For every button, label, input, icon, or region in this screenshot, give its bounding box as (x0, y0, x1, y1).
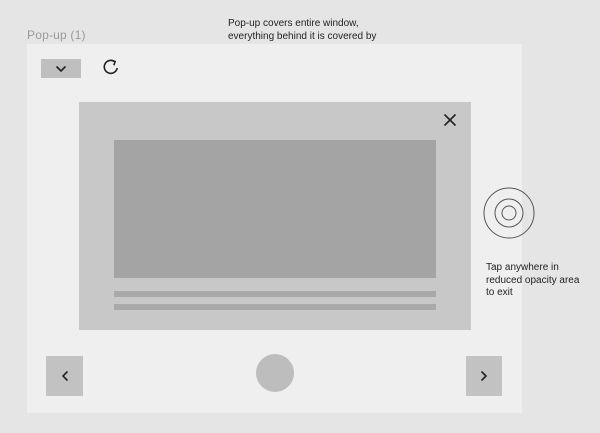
tap-target-icon (483, 187, 535, 239)
close-icon (443, 113, 457, 127)
refresh-button[interactable] (100, 56, 122, 78)
chevron-right-icon (480, 370, 488, 382)
annotation-right: Tap anywhere in reduced opacity area to … (486, 262, 580, 298)
next-button[interactable] (466, 356, 502, 396)
chevron-left-icon (61, 370, 68, 382)
popup-modal (79, 102, 471, 330)
text-placeholder-line-2 (114, 304, 436, 310)
media-placeholder (114, 140, 436, 278)
dropdown-button[interactable] (41, 59, 81, 78)
refresh-icon (103, 59, 118, 75)
app-frame (27, 44, 522, 413)
frame-label: Pop-up (1) (27, 28, 86, 42)
chevron-down-icon (55, 65, 67, 72)
text-placeholder-line-1 (114, 291, 436, 297)
home-button[interactable] (256, 354, 294, 392)
close-button[interactable] (441, 111, 459, 129)
prev-button[interactable] (46, 356, 83, 396)
